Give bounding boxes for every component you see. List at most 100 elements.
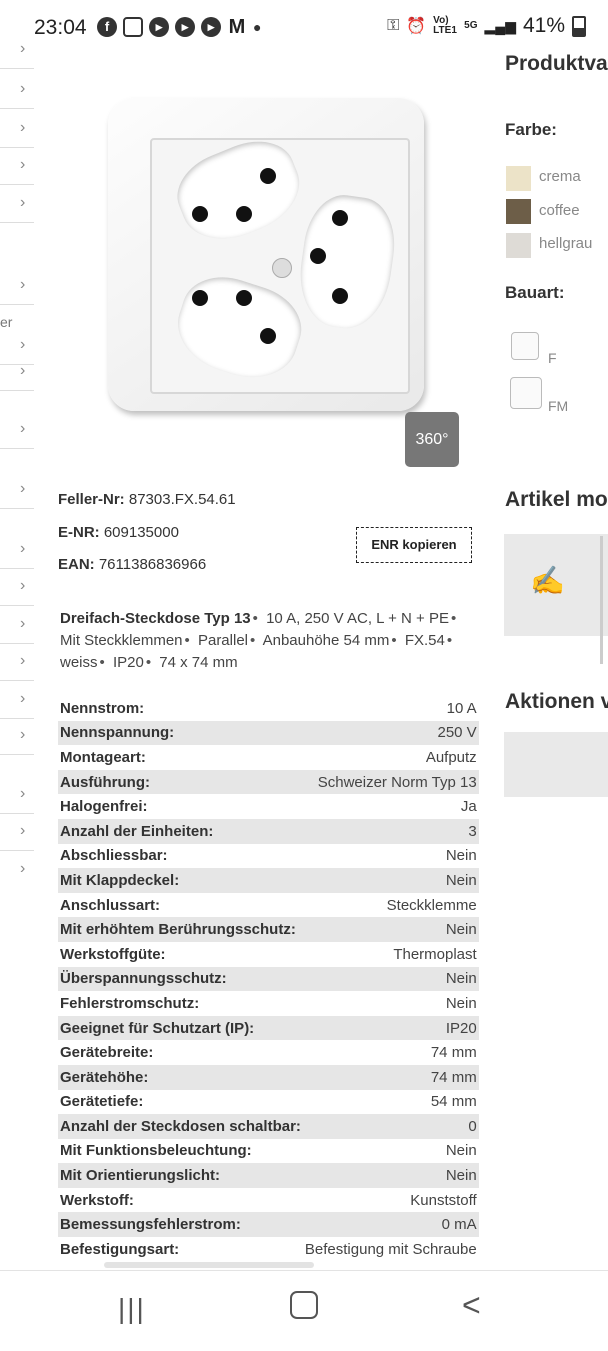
sidebar-item[interactable]: ›	[0, 812, 34, 851]
status-bar: 23:04 f ▸ ▸ ▸ M ● ⚿ ⏰ Vo) LTE1 5G ▂▄▆ 41…	[0, 0, 608, 56]
separator: •	[391, 632, 397, 649]
color-label-crema[interactable]: crema	[539, 168, 581, 185]
spec-key: Anschlussart:	[60, 896, 161, 914]
description-part: 74 x 74 mm	[159, 654, 238, 671]
bauart-f-label[interactable]: F	[548, 350, 557, 366]
spec-value: Kunststoff	[410, 1191, 477, 1209]
spec-value: 54 mm	[430, 1093, 477, 1111]
separator: •	[250, 632, 256, 649]
chevron-right-icon: ›	[20, 420, 26, 437]
back-button[interactable]: <	[462, 1287, 481, 1324]
sidebar-item[interactable]: ›	[0, 30, 34, 69]
spec-key: Anzahl der Steckdosen schaltbar:	[58, 1114, 303, 1139]
ean-number: EAN: 7611386836966	[58, 556, 206, 573]
sidebar-item[interactable]: ›	[0, 605, 34, 644]
sidebar-item[interactable]: ›	[0, 567, 34, 606]
spec-value: Ja	[460, 798, 477, 816]
description-part: IP20	[112, 654, 144, 671]
chevron-right-icon: ›	[20, 726, 26, 743]
separator: •	[450, 610, 457, 627]
separator: •	[99, 654, 105, 671]
instagram-icon	[123, 17, 143, 37]
spec-value: Schweizer Norm Typ 13	[302, 769, 479, 795]
spec-key: Werkstoff:	[60, 1191, 134, 1209]
sidebar-item[interactable]: ›	[0, 70, 34, 109]
horizontal-scrollbar[interactable]	[104, 1262, 314, 1268]
separator: •	[184, 632, 190, 649]
bauart-f-icon[interactable]	[511, 332, 539, 360]
spec-key: Montageart:	[60, 748, 146, 766]
battery-percent: 41%	[522, 14, 565, 37]
recent-apps-button[interactable]: |||	[118, 1293, 146, 1325]
sidebar-item[interactable]: ›	[0, 184, 34, 223]
spec-key: Nennstrom:	[60, 699, 145, 717]
chevron-right-icon: ›	[20, 652, 26, 669]
aktionen-card[interactable]	[504, 732, 608, 797]
bauart-fm-icon[interactable]	[510, 377, 542, 409]
spec-value: Nein	[445, 994, 477, 1012]
table-row: Mit Orientierungslicht: Nein	[58, 1163, 479, 1188]
product-description: Dreifach-Steckdose Typ 13 • 10 A, 250 V A…	[60, 608, 474, 674]
bauart-fm-label[interactable]: FM	[548, 398, 568, 414]
e-number: E-NR: 609135000	[58, 524, 179, 541]
socket-pin	[260, 168, 276, 184]
bauart-label: Bauart:	[505, 283, 565, 302]
sidebar-item[interactable]: ›	[0, 530, 34, 569]
sidebar-item[interactable]: ›	[0, 642, 34, 681]
sidebar-item[interactable]: ›	[0, 109, 34, 148]
sidebar-item[interactable]: ›	[0, 470, 34, 509]
table-row: Mit Funktionsbeleuchtung: Nein	[58, 1139, 479, 1164]
color-swatch-hellgrau[interactable]	[506, 233, 531, 258]
socket-outlet	[293, 190, 401, 334]
spec-key: Mit Funktionsbeleuchtung:	[60, 1142, 252, 1160]
spec-key: Überspannungsschutz:	[58, 966, 303, 992]
view-360-button[interactable]: 360°	[405, 412, 459, 467]
table-row: Anzahl der Einheiten: 3	[58, 818, 479, 844]
sidebar-item[interactable]: ›	[0, 775, 34, 814]
sidebar-item[interactable]: ›	[0, 352, 34, 391]
chevron-right-icon: ›	[20, 40, 26, 57]
table-row: Ausführung: Schweizer Norm Typ 13	[58, 769, 479, 795]
color-label-coffee[interactable]: coffee	[539, 202, 580, 219]
chevron-right-icon: ›	[20, 785, 26, 802]
spec-value: Nein	[302, 1163, 479, 1188]
spec-key: Gerätetiefe:	[60, 1093, 144, 1111]
table-row: Mit Klappdeckel: Nein	[58, 868, 479, 893]
color-swatch-coffee[interactable]	[506, 199, 531, 224]
copy-enr-button[interactable]: ENR kopieren	[356, 527, 472, 563]
variants-heading: Produktva	[505, 52, 608, 75]
home-button[interactable]	[290, 1291, 318, 1319]
sidebar-item[interactable]: ›	[0, 716, 34, 755]
sidebar-item[interactable]: ›	[0, 680, 34, 719]
sidebar-item[interactable]: ›	[0, 266, 34, 305]
spec-value: Nein	[302, 868, 479, 893]
spec-key: Anzahl der Einheiten:	[58, 818, 303, 844]
description-part: FX.54	[404, 632, 445, 649]
app-icon: ▸	[149, 17, 169, 37]
table-row: Nennspannung: 250 V	[58, 720, 479, 746]
spec-value: Befestigung mit Schraube	[304, 1240, 477, 1258]
chevron-right-icon: ›	[20, 822, 26, 839]
spec-key: Bemessungsfehlerstrom:	[58, 1212, 303, 1238]
spec-value: 74 mm	[430, 1044, 477, 1062]
table-row: Bemessungsfehlerstrom: 0 mA	[58, 1212, 479, 1238]
signature-card[interactable]: ✍	[504, 534, 608, 636]
spec-value: 0 mA	[302, 1212, 479, 1238]
sidebar-rail: › › › › › › er › › › › › › › › › › › › ›	[0, 30, 34, 890]
table-row: Abschliessbar: Nein	[58, 844, 479, 869]
description-part: 10 A, 250 V AC, L + N + PE	[266, 610, 449, 627]
color-label-hellgrau[interactable]: hellgrau	[539, 235, 592, 252]
sidebar-item[interactable]: ›	[0, 146, 34, 185]
spec-value: 3	[302, 818, 479, 844]
spec-value: 250 V	[302, 720, 479, 746]
spec-value: 74 mm	[302, 1064, 479, 1090]
chevron-right-icon: ›	[20, 690, 26, 707]
clock: 23:04	[34, 16, 87, 39]
chevron-right-icon: ›	[20, 362, 26, 379]
color-swatch-crema[interactable]	[506, 166, 531, 191]
sidebar-item[interactable]: ›	[0, 410, 34, 449]
sidebar-item[interactable]: ›	[0, 850, 34, 888]
table-row: Mit erhöhtem Berührungsschutz: Nein	[58, 917, 479, 942]
spec-key: Werkstoffgüte:	[60, 945, 166, 963]
screw	[272, 258, 292, 278]
